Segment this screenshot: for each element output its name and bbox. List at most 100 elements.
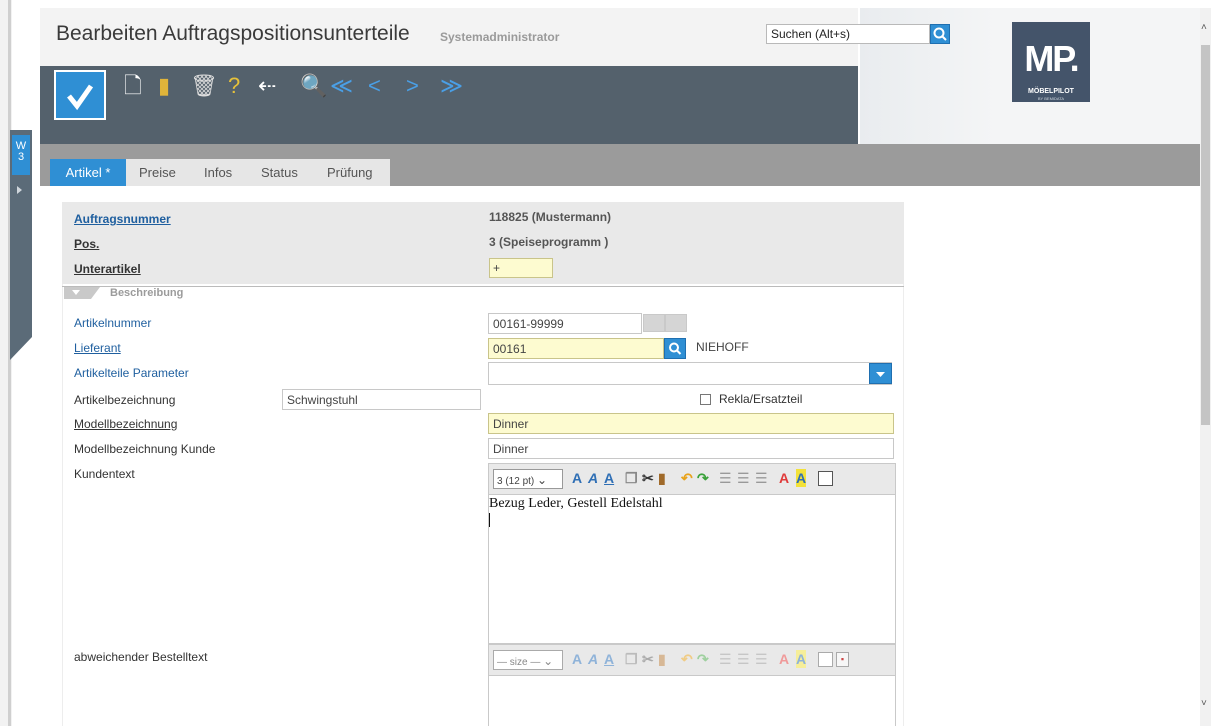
section-label-beschreibung[interactable]: Beschreibung xyxy=(110,287,183,299)
artikelnummer-label: Artikelnummer xyxy=(74,316,152,330)
paste-icon[interactable]: ▮ xyxy=(658,650,666,668)
font-italic-icon[interactable]: A xyxy=(588,469,598,487)
artikelteile-dropdown-button[interactable] xyxy=(869,363,892,384)
tab-infos[interactable]: Infos xyxy=(204,159,232,186)
cut-icon[interactable]: ✂ xyxy=(642,650,654,668)
align-right-icon[interactable]: ☰ xyxy=(755,650,768,668)
redo-icon[interactable]: ↷ xyxy=(697,469,709,487)
text-caret xyxy=(489,513,490,527)
pos-label[interactable]: Pos. xyxy=(74,237,99,251)
font-grow-icon[interactable]: A xyxy=(572,650,582,668)
current-user: Systemadministrator xyxy=(440,30,560,44)
tab-preise[interactable]: Preise xyxy=(139,159,176,186)
bestelltext-editor[interactable] xyxy=(488,675,896,726)
lieferant-input[interactable]: 00161 xyxy=(488,338,664,359)
font-underline-icon[interactable]: A xyxy=(604,650,614,668)
copy-icon[interactable]: ❐ xyxy=(625,650,638,668)
artikel-filter-button[interactable] xyxy=(665,314,687,332)
trash-icon[interactable]: 🗑 xyxy=(190,74,218,98)
section-divider xyxy=(62,286,904,287)
auftragsnummer-label[interactable]: Auftragsnummer xyxy=(74,212,171,226)
modellbezeichnung-kunde-label: Modellbezeichnung Kunde xyxy=(74,442,216,456)
font-underline-icon[interactable]: A xyxy=(604,469,614,487)
modellbezeichnung-label[interactable]: Modellbezeichnung xyxy=(74,417,177,431)
highlight-color-icon[interactable]: A xyxy=(796,469,807,487)
kundentext-editor[interactable] xyxy=(488,494,896,644)
unterartikel-input[interactable]: + xyxy=(489,258,553,278)
previous-record-icon[interactable]: < xyxy=(368,74,381,98)
bestelltext-label: abweichender Bestelltext xyxy=(74,650,208,664)
align-left-icon[interactable]: ☰ xyxy=(719,650,732,668)
artikelbezeichnung-label: Artikelbezeichnung xyxy=(74,393,176,407)
redo-icon[interactable]: ↷ xyxy=(697,650,709,668)
search-icon[interactable]: 🔍 xyxy=(300,74,327,98)
kundentext-content: Bezug Leder, Gestell Edelstahl xyxy=(489,496,663,511)
font-size-value: 3 (12 pt) xyxy=(497,476,535,487)
logo-subtitle: MÖBELPILOT xyxy=(1028,88,1074,95)
collapse-arrow-icon[interactable] xyxy=(72,290,80,295)
next-record-icon[interactable]: > xyxy=(406,74,419,98)
tab-pruefung[interactable]: Prüfung xyxy=(327,159,373,186)
html-source-icon[interactable] xyxy=(818,652,833,667)
undo-icon[interactable]: ↶ xyxy=(681,469,693,487)
scrollbar-thumb[interactable] xyxy=(1201,45,1210,425)
search-icon xyxy=(669,342,682,355)
chevron-down-icon: ⌄ xyxy=(537,473,548,487)
search-button[interactable] xyxy=(930,24,950,44)
bestelltext-font-size-select[interactable]: — size — ⌄ xyxy=(493,650,563,670)
back-icon[interactable]: ⇠ xyxy=(258,74,276,98)
font-grow-icon[interactable]: A xyxy=(572,469,582,487)
search-icon xyxy=(933,27,947,41)
logo-subtitle-2: BY BEMIDATA xyxy=(1037,96,1065,101)
artikelteile-parameter-label: Artikelteile Parameter xyxy=(74,366,189,380)
new-document-icon[interactable]: 🗋 xyxy=(124,74,142,98)
align-center-icon[interactable]: ☰ xyxy=(737,650,750,668)
form-header-block xyxy=(62,202,904,284)
side-tab-label[interactable]: W 3 xyxy=(12,135,30,175)
font-color-icon[interactable]: A xyxy=(779,650,789,668)
paste-icon[interactable]: ▮ xyxy=(658,469,666,487)
lieferant-search-button[interactable] xyxy=(664,338,686,359)
modellbezeichnung-kunde-input[interactable]: Dinner xyxy=(488,438,894,459)
logo-text: MP. xyxy=(1024,38,1079,79)
auftragsnummer-value: 118825 (Mustermann) xyxy=(489,210,612,224)
insert-field-icon[interactable]: ▪ xyxy=(836,652,849,667)
font-color-icon[interactable]: A xyxy=(779,469,789,487)
chevron-down-icon: ⌄ xyxy=(543,654,554,668)
align-left-icon[interactable]: ☰ xyxy=(719,469,732,487)
search-input[interactable] xyxy=(766,24,930,44)
artikel-lookup-button[interactable] xyxy=(643,314,665,332)
cut-icon[interactable]: ✂ xyxy=(642,469,654,487)
align-right-icon[interactable]: ☰ xyxy=(755,469,768,487)
artikelnummer-input[interactable]: 00161-99999 xyxy=(488,313,642,334)
help-icon[interactable]: ? xyxy=(228,74,240,98)
tab-artikel[interactable]: Artikel * xyxy=(50,159,126,186)
align-center-icon[interactable]: ☰ xyxy=(737,469,750,487)
last-record-icon[interactable]: ≫ xyxy=(440,74,463,98)
first-record-icon[interactable]: ≪ xyxy=(330,74,353,98)
artikelteile-parameter-select[interactable] xyxy=(488,362,892,385)
tab-status[interactable]: Status xyxy=(261,159,298,186)
scroll-down-icon[interactable]: ˅ xyxy=(1201,698,1207,709)
artikelbezeichnung-input[interactable]: Schwingstuhl xyxy=(282,389,481,410)
modellbezeichnung-input[interactable]: Dinner xyxy=(488,413,894,434)
font-italic-icon[interactable]: A xyxy=(588,650,598,668)
save-button[interactable] xyxy=(54,70,106,120)
side-expand-icon[interactable] xyxy=(17,186,22,194)
rekla-ersatzteil-checkbox[interactable] xyxy=(700,394,711,405)
scroll-up-icon[interactable]: ˄ xyxy=(1201,22,1207,33)
checkmark-icon xyxy=(67,84,94,111)
highlight-color-icon[interactable]: A xyxy=(796,650,807,668)
undo-icon[interactable]: ↶ xyxy=(681,650,693,668)
left-rail xyxy=(8,0,11,726)
html-source-icon[interactable] xyxy=(818,471,833,486)
unterartikel-label[interactable]: Unterartikel xyxy=(74,262,141,276)
kundentext-font-size-select[interactable]: 3 (12 pt) ⌄ xyxy=(493,469,563,489)
lieferant-label[interactable]: Lieferant xyxy=(74,341,121,355)
copy-icon[interactable]: ❐ xyxy=(625,469,638,487)
font-size-value: — size — xyxy=(497,657,541,668)
open-folder-icon[interactable]: ▮ xyxy=(158,74,170,98)
kundentext-label: Kundentext xyxy=(74,467,135,481)
page-title: Bearbeiten Auftragspositionsunterteile xyxy=(56,22,410,45)
pos-value: 3 (Speiseprogramm ) xyxy=(489,235,609,249)
